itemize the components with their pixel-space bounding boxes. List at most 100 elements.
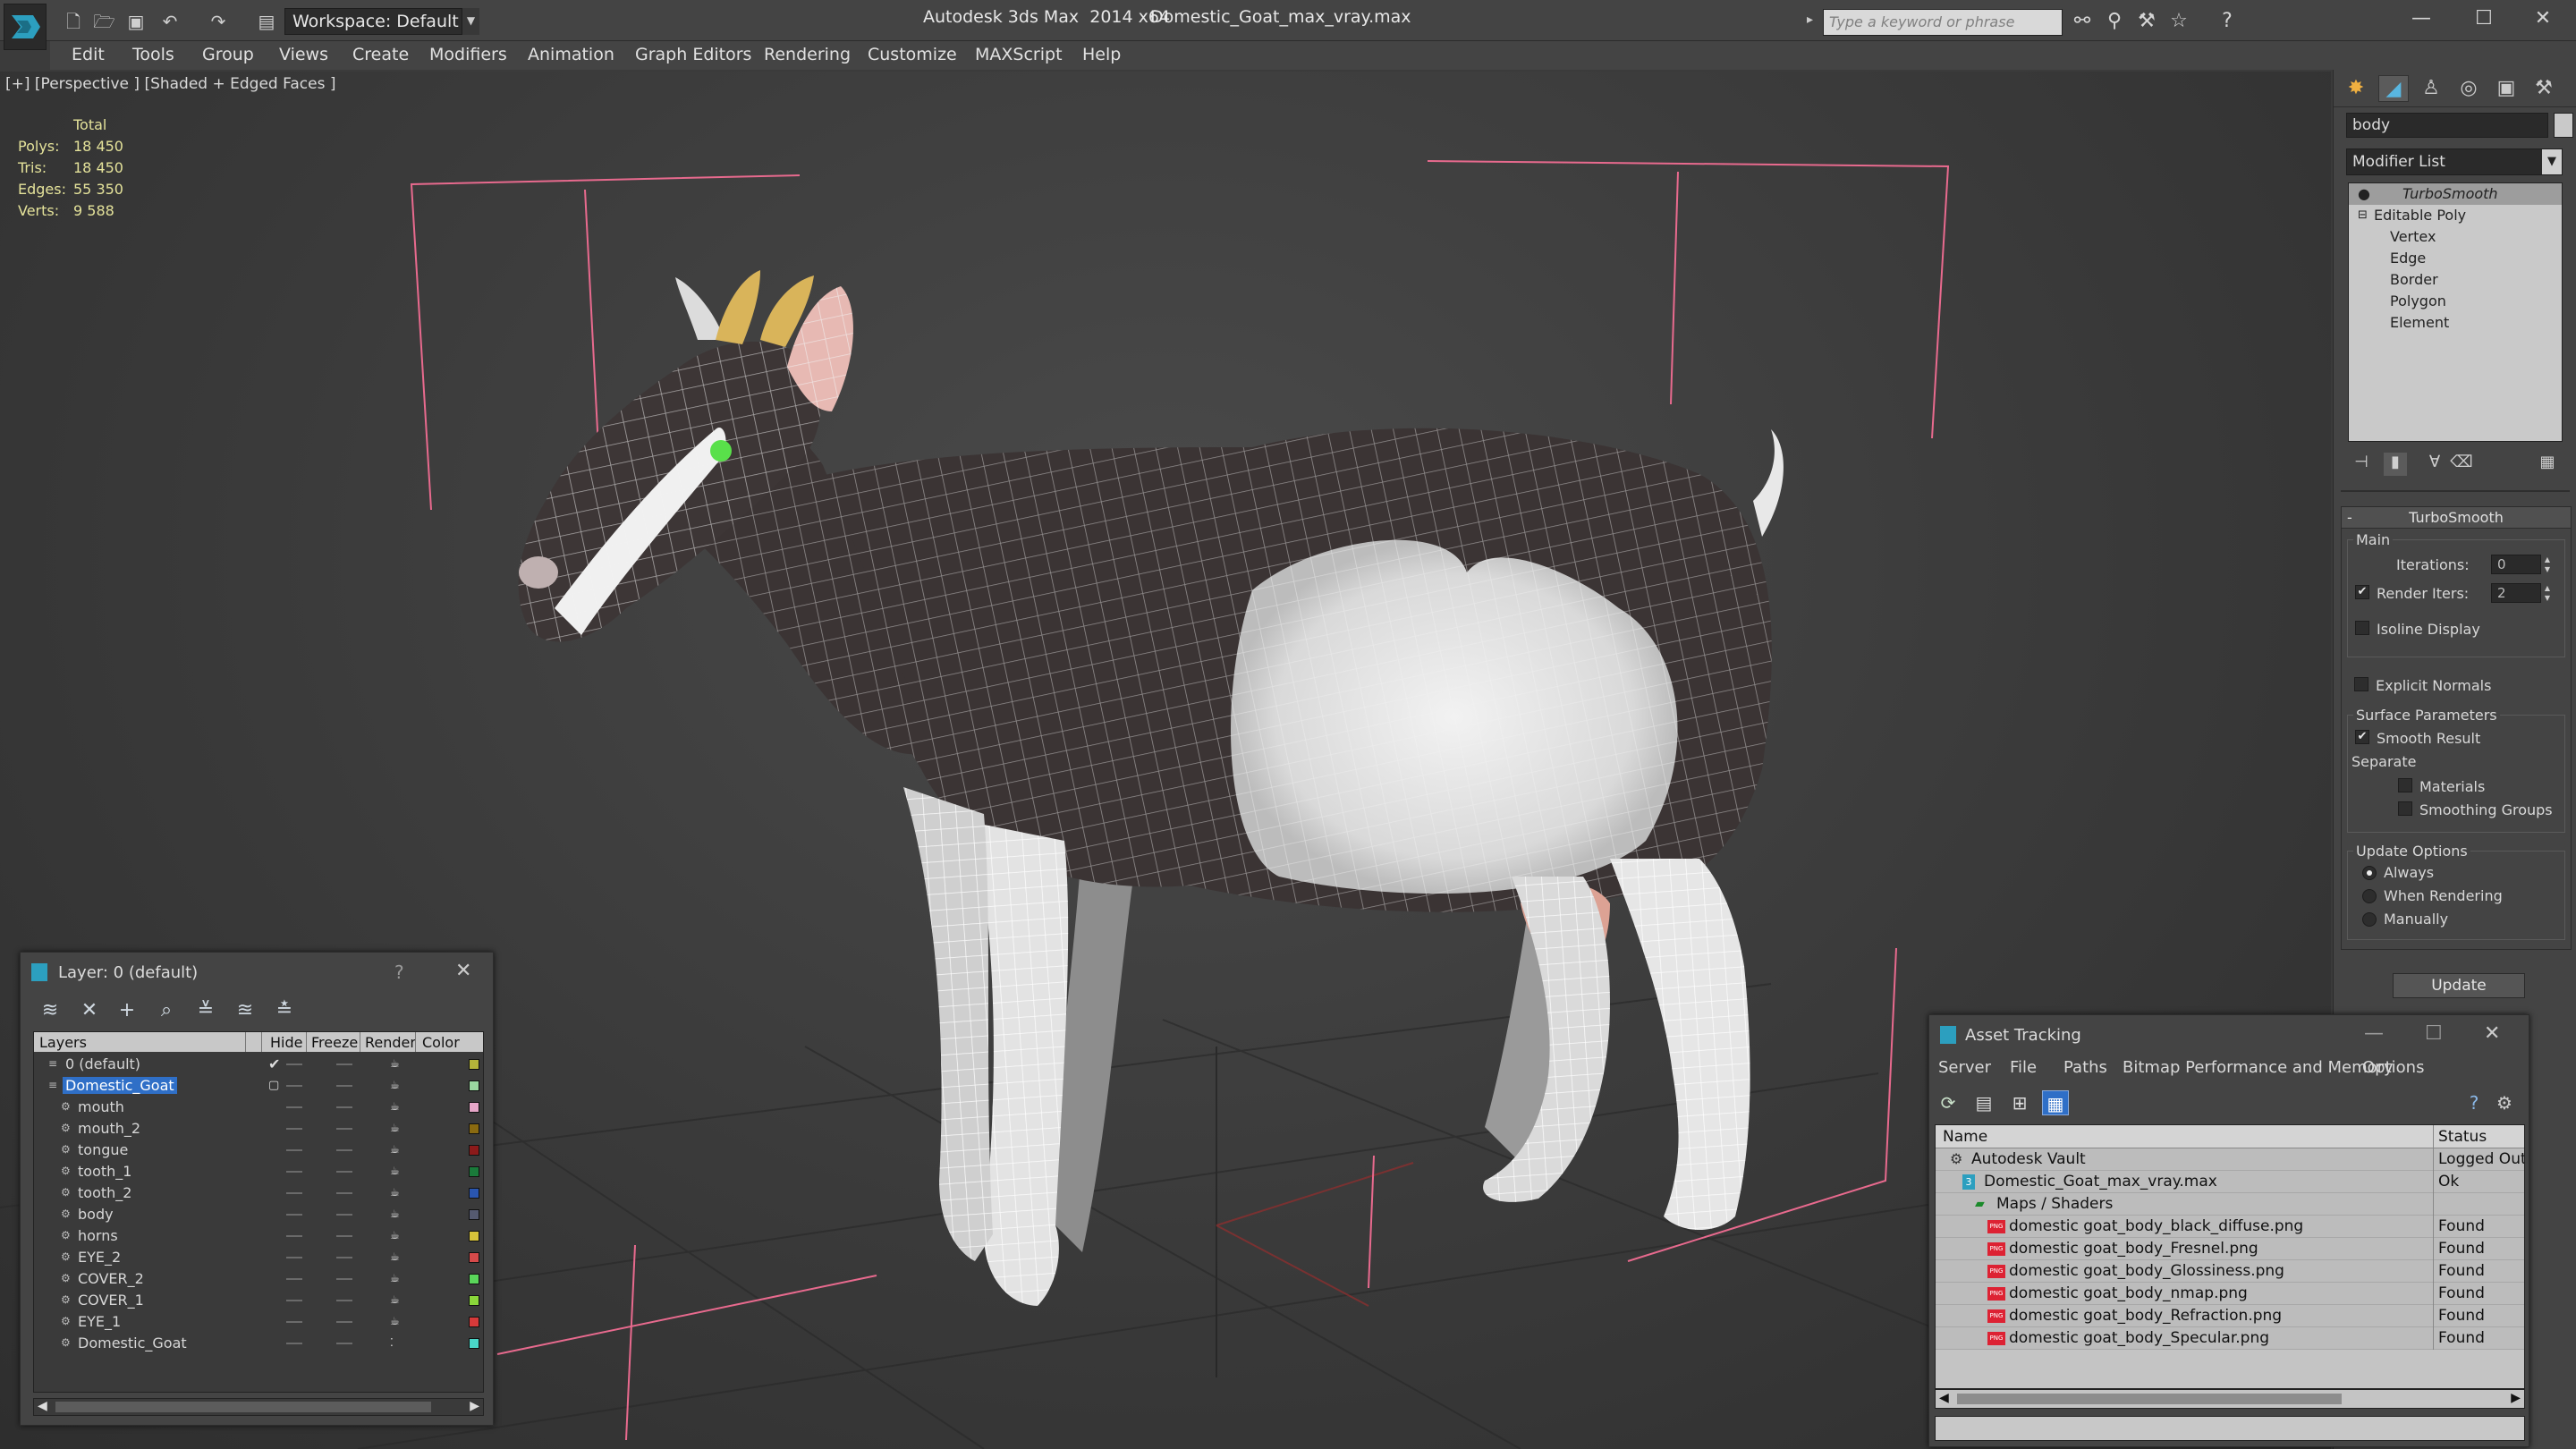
layer-row[interactable]: ⚙ EYE_2 ☕ xyxy=(34,1247,483,1268)
render-teapot-icon[interactable]: ☕ xyxy=(390,1057,404,1070)
asset-path-field[interactable] xyxy=(1935,1416,2525,1441)
always-radio[interactable] xyxy=(2362,866,2377,880)
application-menu-button[interactable] xyxy=(4,4,47,50)
menu-help[interactable]: Help xyxy=(1082,45,1121,64)
stack-subobject-polygon[interactable]: Polygon xyxy=(2349,291,2562,312)
menu-animation[interactable]: Animation xyxy=(528,45,614,64)
layer-color-swatch[interactable] xyxy=(469,1123,479,1134)
menu-options[interactable]: Options xyxy=(2362,1058,2424,1077)
asset-window-titlebar[interactable]: Asset Tracking — ☐ ✕ xyxy=(1929,1015,2529,1055)
asset-row[interactable]: ⚙ Autodesk Vault Logged Out xyxy=(1936,1148,2524,1171)
table-view-icon[interactable]: ▦ xyxy=(2042,1090,2069,1115)
layer-name[interactable]: tooth_2 xyxy=(75,1184,134,1201)
iterations-spinner[interactable]: 0 xyxy=(2491,555,2541,574)
menu-file[interactable]: File xyxy=(2010,1058,2037,1077)
layer-row[interactable]: ⚙ Domestic_Goat ⁚ xyxy=(34,1333,483,1354)
asset-row[interactable]: PNG domestic goat_body_black_diffuse.png F… xyxy=(1936,1216,2524,1238)
menu-customize[interactable]: Customize xyxy=(868,45,957,64)
menu-server[interactable]: Server xyxy=(1938,1058,1991,1077)
render-teapot-icon[interactable]: ⁚ xyxy=(390,1336,404,1349)
menu-maxscript[interactable]: MAXScript xyxy=(975,45,1063,64)
layer-name[interactable]: COVER_2 xyxy=(75,1270,147,1287)
layer-name[interactable]: EYE_2 xyxy=(75,1249,123,1266)
menu-graph-editors[interactable]: Graph Editors xyxy=(635,45,751,64)
hide-toggle[interactable] xyxy=(286,1343,302,1344)
hide-toggle[interactable] xyxy=(286,1192,302,1194)
update-button[interactable]: Update xyxy=(2393,973,2525,998)
search-expand-icon[interactable]: ▸ xyxy=(1807,13,1818,30)
stack-subobject-vertex[interactable]: Vertex xyxy=(2349,226,2562,248)
undo-icon[interactable]: ↶ xyxy=(159,11,181,32)
render-teapot-icon[interactable]: ☕ xyxy=(390,1272,404,1284)
asset-row[interactable]: PNG domestic goat_body_Glossiness.png Foun… xyxy=(1936,1260,2524,1283)
render-teapot-icon[interactable]: ☕ xyxy=(390,1100,404,1113)
scroll-right-icon[interactable]: ▶ xyxy=(470,1399,479,1413)
new-file-icon[interactable]: 🗋 xyxy=(63,11,84,32)
layer-color-swatch[interactable] xyxy=(469,1338,479,1349)
manually-radio[interactable] xyxy=(2362,912,2377,927)
workspace-dropdown-arrow[interactable]: ▼ xyxy=(462,8,479,35)
hide-toggle[interactable] xyxy=(286,1214,302,1216)
configure-modifier-sets-icon[interactable]: ▦ xyxy=(2536,453,2559,476)
render-iters-spinner[interactable]: 2 xyxy=(2491,583,2541,603)
column-header-status[interactable]: Status xyxy=(2438,1128,2487,1146)
menu-tools[interactable]: Tools xyxy=(132,45,174,64)
freeze-toggle[interactable] xyxy=(336,1257,352,1258)
settings-icon[interactable]: ⚙ xyxy=(2491,1090,2518,1115)
menu-create[interactable]: Create xyxy=(352,45,409,64)
asset-row[interactable]: 3 Domestic_Goat_max_vray.max Ok xyxy=(1936,1171,2524,1193)
tree-view-icon[interactable]: ⊞ xyxy=(2006,1090,2033,1115)
render-teapot-icon[interactable]: ☕ xyxy=(390,1229,404,1241)
render-teapot-icon[interactable]: ☕ xyxy=(390,1250,404,1263)
make-unique-icon[interactable]: ∀ xyxy=(2423,453,2446,476)
render-teapot-icon[interactable]: ☕ xyxy=(390,1165,404,1177)
column-header-name[interactable]: Name xyxy=(1943,1128,1987,1146)
layer-row[interactable]: ≡ Domestic_Goat ▢ ☕ xyxy=(34,1075,483,1097)
column-header-layers[interactable]: Layers xyxy=(39,1034,87,1051)
open-file-icon[interactable]: 🗁 xyxy=(93,11,115,32)
layer-name[interactable]: Domestic_Goat xyxy=(75,1335,190,1352)
layer-color-swatch[interactable] xyxy=(469,1188,479,1199)
layer-name[interactable]: mouth xyxy=(75,1098,127,1115)
freeze-toggle[interactable] xyxy=(336,1128,352,1130)
asset-row[interactable]: PNG domestic goat_body_Refraction.png Foun… xyxy=(1936,1305,2524,1327)
layer-name[interactable]: horns xyxy=(75,1227,121,1244)
rollout-header[interactable]: - TurboSmooth xyxy=(2342,507,2571,529)
hide-toggle[interactable] xyxy=(286,1063,302,1065)
smoothing-groups-checkbox[interactable] xyxy=(2398,801,2412,816)
minimize-icon[interactable]: — xyxy=(2364,1022,2384,1045)
layer-row[interactable]: ⚙ tongue ☕ xyxy=(34,1140,483,1161)
hide-toggle[interactable] xyxy=(286,1300,302,1301)
highlight-layer-icon[interactable]: ≚ xyxy=(192,997,219,1024)
scrollbar-thumb[interactable] xyxy=(1957,1394,2342,1404)
freeze-toggle[interactable] xyxy=(336,1149,352,1151)
workspace-dropdown[interactable]: Workspace: Default xyxy=(284,8,479,35)
layer-name[interactable]: Domestic_Goat xyxy=(63,1077,177,1094)
scroll-right-icon[interactable]: ▶ xyxy=(2511,1391,2521,1405)
pin-stack-icon[interactable]: ⊣ xyxy=(2350,453,2373,476)
render-teapot-icon[interactable]: ☕ xyxy=(390,1186,404,1199)
help-icon[interactable]: ? xyxy=(2461,1090,2487,1115)
bulb-icon[interactable]: ● xyxy=(2358,183,2370,205)
help-icon[interactable]: ? xyxy=(2215,10,2240,33)
hide-all-layers-icon[interactable]: ≊ xyxy=(232,997,258,1024)
asset-row[interactable]: PNG domestic goat_body_nmap.png Found xyxy=(1936,1283,2524,1305)
layer-window-titlebar[interactable]: Layer: 0 (default) ? ✕ xyxy=(21,953,493,992)
smooth-result-checkbox[interactable]: ✔ xyxy=(2355,730,2369,744)
hide-toggle[interactable] xyxy=(286,1149,302,1151)
freeze-toggle[interactable] xyxy=(336,1085,352,1087)
horizontal-scrollbar[interactable]: ◀ ▶ xyxy=(33,1398,484,1416)
horizontal-scrollbar[interactable]: ◀ ▶ xyxy=(1935,1389,2525,1409)
render-teapot-icon[interactable]: ☕ xyxy=(390,1122,404,1134)
show-end-result-icon[interactable]: ▮ xyxy=(2384,453,2407,476)
asset-row[interactable]: PNG domestic goat_body_Fresnel.png Found xyxy=(1936,1238,2524,1260)
layer-color-swatch[interactable] xyxy=(469,1231,479,1241)
menu-edit[interactable]: Edit xyxy=(72,45,105,64)
menu-group[interactable]: Group xyxy=(202,45,254,64)
spinner-arrows-icon[interactable]: ▲ ▼ xyxy=(2543,555,2552,574)
maximize-icon[interactable]: ☐ xyxy=(2425,1022,2443,1045)
hide-toggle[interactable] xyxy=(286,1257,302,1258)
layer-row[interactable]: ⚙ mouth_2 ☕ xyxy=(34,1118,483,1140)
layer-row[interactable]: ≡ 0 (default) ✔ ☕ xyxy=(34,1054,483,1075)
layer-color-swatch[interactable] xyxy=(469,1145,479,1156)
